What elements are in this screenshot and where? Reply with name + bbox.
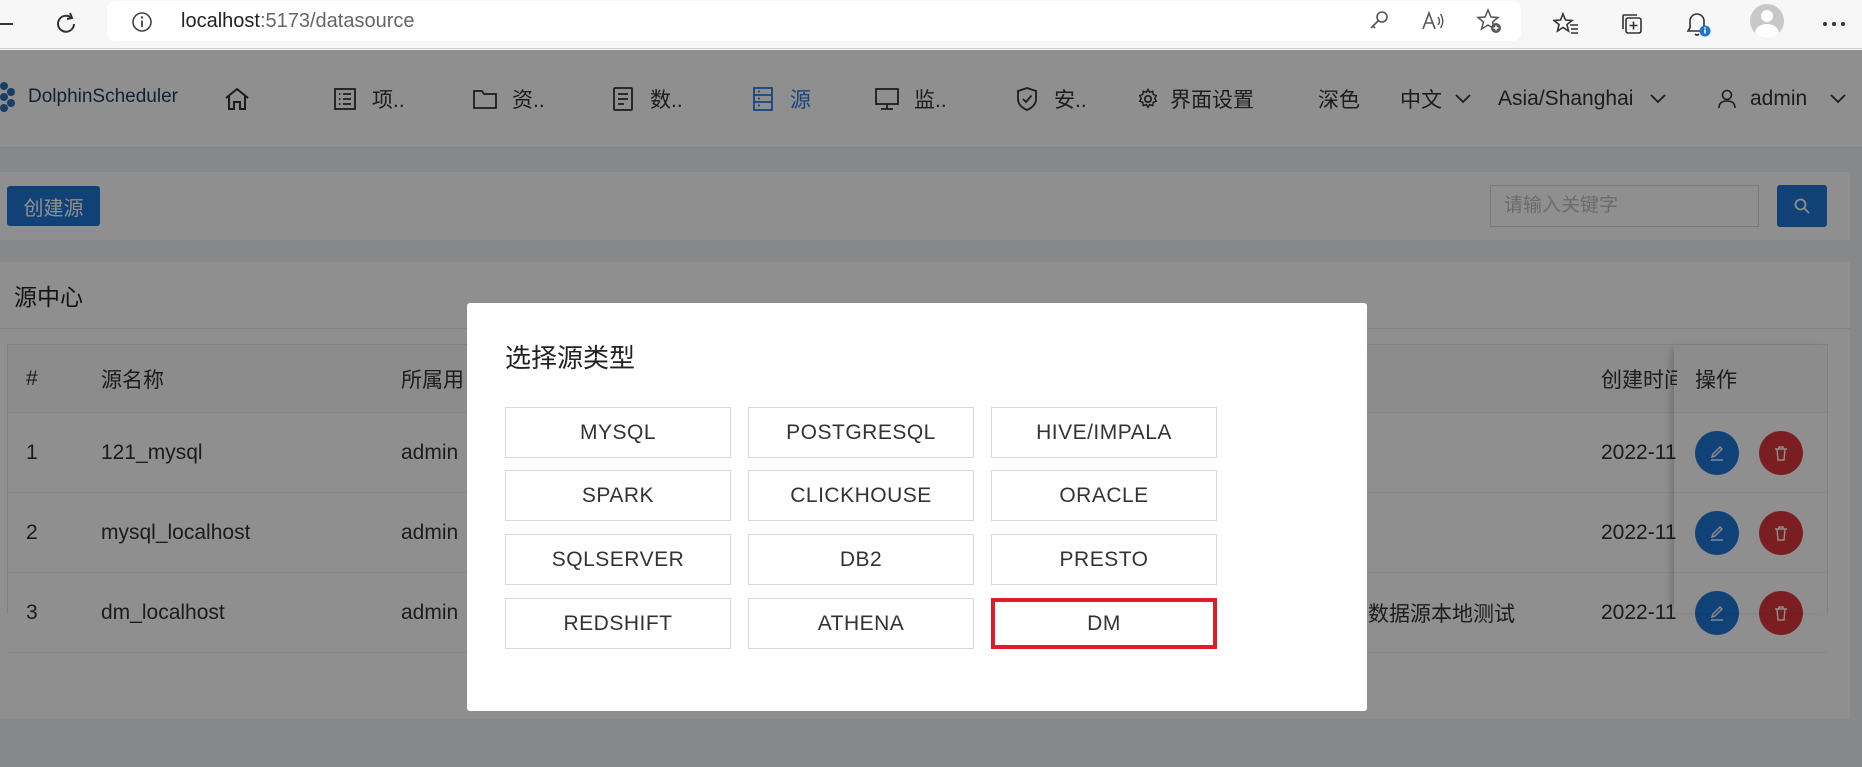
collections-icon[interactable] [1614, 6, 1650, 42]
key-icon[interactable] [1364, 6, 1394, 36]
url-text[interactable]: localhost:5173/datasource [181, 10, 415, 33]
type-postgresql[interactable]: POSTGRESQL [748, 407, 974, 458]
address-bar[interactable]: localhost:5173/datasource [107, 1, 1521, 41]
type-presto[interactable]: PRESTO [991, 534, 1217, 585]
read-aloud-icon[interactable] [1418, 6, 1448, 36]
browser-toolbar: localhost:5173/datasource [0, 0, 1862, 49]
back-icon[interactable] [0, 6, 22, 42]
notifications-icon[interactable] [1680, 6, 1716, 42]
type-hive-impala[interactable]: HIVE/IMPALA [991, 407, 1217, 458]
more-icon[interactable] [1816, 6, 1852, 42]
refresh-icon[interactable] [48, 6, 84, 42]
type-db2[interactable]: DB2 [748, 534, 974, 585]
profile-avatar[interactable] [1750, 4, 1784, 38]
type-clickhouse[interactable]: CLICKHOUSE [748, 470, 974, 521]
favorites-icon[interactable] [1548, 6, 1584, 42]
type-dm[interactable]: DM [991, 598, 1217, 649]
type-sqlserver[interactable]: SQLSERVER [505, 534, 731, 585]
type-athena[interactable]: ATHENA [748, 598, 974, 649]
url-path: :5173/datasource [259, 10, 415, 32]
type-mysql[interactable]: MYSQL [505, 407, 731, 458]
type-spark[interactable]: SPARK [505, 470, 731, 521]
url-host: localhost [181, 10, 260, 32]
type-oracle[interactable]: ORACLE [991, 470, 1217, 521]
dialog-title: 选择源类型 [505, 343, 636, 373]
add-favorite-icon[interactable] [1474, 6, 1504, 36]
select-datasource-type-dialog: 选择源类型 MYSQL POSTGRESQL HIVE/IMPALA SPARK… [467, 303, 1367, 711]
site-info-icon[interactable] [131, 11, 153, 33]
type-redshift[interactable]: REDSHIFT [505, 598, 731, 649]
